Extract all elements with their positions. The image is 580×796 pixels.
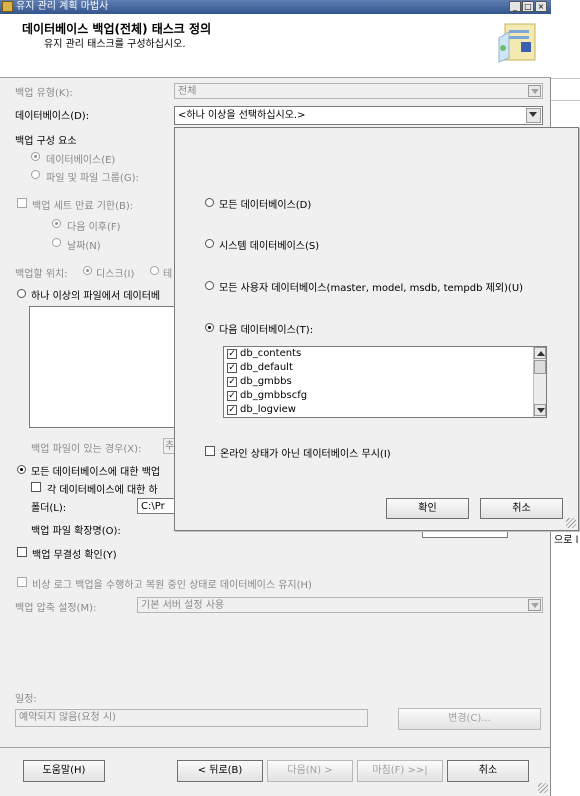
database-list[interactable]: ✓ db_contents ✓ db_default ✓ db_gmbbs ✓ …: [223, 346, 547, 418]
database-label: 데이터베이스(D):: [15, 111, 90, 122]
compression-value: 기본 서버 설정 사용: [141, 600, 225, 611]
scroll-down-icon[interactable]: [534, 404, 546, 416]
component-files-radio[interactable]: [31, 170, 40, 179]
backup-set-expire-checkbox[interactable]: [17, 198, 27, 208]
these-databases-radio[interactable]: [205, 323, 214, 332]
database-checkbox[interactable]: ✓: [227, 377, 237, 387]
schedule-value: 예약되지 않음(요청 시): [19, 712, 116, 723]
ignore-offline-label: 온라인 상태가 아닌 데이터베이스 무시(I): [220, 449, 391, 460]
close-button[interactable]: ×: [535, 1, 547, 12]
component-files-label: 파일 및 파일 그룹(G):: [46, 173, 139, 184]
these-databases-label: 다음 데이터베이스(T):: [219, 325, 314, 336]
all-user-databases-radio[interactable]: [205, 281, 214, 290]
finish-button[interactable]: 마침(F) >>|: [357, 760, 443, 782]
chevron-down-icon: [528, 85, 541, 97]
database-checkbox[interactable]: ✓: [227, 391, 237, 401]
window-title: 유지 관리 계획 마법사: [16, 1, 109, 12]
folder-value: C:\Pr: [141, 501, 165, 512]
verify-label: 백업 무결성 확인(Y): [32, 550, 117, 561]
tape-radio[interactable]: [150, 266, 159, 275]
chevron-down-icon: [528, 599, 541, 611]
after-label: 다음 이후(F): [67, 222, 121, 233]
database-value: <하나 이상을 선택하십시오.>: [178, 110, 306, 121]
schedule-label: 일정:: [15, 694, 37, 705]
files-option-radio[interactable]: [17, 289, 26, 298]
compression-combo[interactable]: 기본 서버 설정 사용: [137, 597, 543, 613]
background-divider: [551, 100, 580, 101]
database-selection-popup: 모든 데이터베이스(D) 시스템 데이터베이스(S) 모든 사용자 데이터베이스…: [174, 127, 579, 531]
maximize-button[interactable]: □: [522, 1, 534, 12]
list-scrollbar[interactable]: [533, 347, 546, 417]
component-database-radio[interactable]: [31, 152, 40, 161]
verify-checkbox[interactable]: [17, 547, 27, 557]
per-db-backup-label: 모든 데이터베이스에 대한 백업: [31, 467, 161, 478]
app-icon: [2, 1, 13, 12]
backup-type-value: 전체: [178, 86, 197, 97]
database-checkbox[interactable]: ✓: [227, 363, 237, 373]
all-databases-label: 모든 데이터베이스(D): [219, 200, 312, 211]
date-radio[interactable]: [52, 238, 61, 247]
minimize-button[interactable]: _: [509, 1, 521, 12]
backup-type-label: 백업 유형(K):: [15, 88, 73, 99]
wizard-header: 데이터베이스 백업(전체) 태스크 정의 유지 관리 태스크를 구성하십시오.: [0, 14, 551, 78]
title-bar: 유지 관리 계획 마법사 _ □ ×: [0, 0, 551, 14]
database-name: db_gmbbscfg: [240, 390, 308, 401]
after-radio[interactable]: [52, 219, 61, 228]
backup-component-label: 백업 구성 요소: [15, 136, 77, 147]
database-name: db_logview: [240, 404, 296, 415]
database-name: db_contents: [240, 348, 302, 359]
ignore-offline-checkbox[interactable]: [205, 446, 215, 456]
component-database-label: 데이터베이스(E): [46, 155, 116, 166]
tape-label: 테: [163, 269, 173, 280]
folder-input[interactable]: C:\Pr: [137, 498, 177, 514]
cancel-button[interactable]: 취소: [447, 760, 529, 782]
backup-set-expire-label: 백업 세트 만료 기한(B):: [32, 201, 134, 212]
compression-label: 백업 압축 설정(M):: [15, 603, 97, 614]
database-combo[interactable]: <하나 이상을 선택하십시오.>: [174, 106, 543, 125]
backup-files-list[interactable]: [29, 306, 179, 428]
database-name: db_gmbbs: [240, 376, 292, 387]
tail-log-label: 비상 로그 백업을 수행하고 복원 중인 상태로 데이터베이스 유지(H): [32, 580, 312, 591]
per-db-backup-radio[interactable]: [17, 465, 26, 474]
back-button[interactable]: < 뒤로(B): [177, 760, 263, 782]
all-databases-radio[interactable]: [205, 198, 214, 207]
backup-type-combo[interactable]: 전체: [174, 83, 543, 99]
database-name: db_default: [240, 362, 293, 373]
schedule-field: 예약되지 않음(요청 시): [15, 709, 368, 727]
if-backup-exists-label: 백업 파일이 있는 경우(X):: [31, 444, 142, 455]
system-databases-label: 시스템 데이터베이스(S): [219, 241, 320, 252]
ok-button[interactable]: 확인: [386, 498, 469, 519]
each-db-subdir-label: 각 데이터베이스에 대한 하: [47, 485, 158, 496]
if-backup-exists-value: 추: [165, 441, 175, 452]
chevron-down-icon: [526, 108, 541, 123]
database-checkbox[interactable]: ✓: [227, 405, 237, 415]
disk-label: 디스크(I): [96, 269, 135, 280]
files-option-label: 하나 이상의 파일에서 데이터베: [31, 291, 161, 302]
backup-to-label: 백업할 위치:: [15, 269, 68, 280]
all-user-databases-label: 모든 사용자 데이터베이스(master, model, msdb, tempd…: [219, 283, 524, 294]
change-schedule-button[interactable]: 변경(C)...: [398, 708, 541, 730]
scroll-up-icon[interactable]: [534, 347, 546, 359]
next-button[interactable]: 다음(N) >: [267, 760, 353, 782]
system-databases-radio[interactable]: [205, 239, 214, 248]
background-divider: [551, 78, 580, 79]
scroll-thumb[interactable]: [534, 360, 546, 374]
resize-grip-icon[interactable]: [566, 518, 576, 528]
page-subtitle: 유지 관리 태스크를 구성하십시오.: [44, 39, 186, 50]
tail-log-checkbox[interactable]: [17, 577, 27, 587]
date-label: 날짜(N): [67, 241, 101, 252]
wizard-banner-icon: [498, 23, 536, 63]
popup-cancel-button[interactable]: 취소: [480, 498, 563, 519]
resize-grip-icon[interactable]: [538, 783, 548, 793]
folder-label: 폴더(L):: [31, 503, 67, 514]
database-checkbox[interactable]: ✓: [227, 349, 237, 359]
background-text: 으로 l: [554, 535, 579, 546]
help-button[interactable]: 도움말(H): [23, 760, 105, 782]
each-db-subdir-checkbox[interactable]: [31, 482, 41, 492]
extension-label: 백업 파일 확장명(O):: [31, 526, 121, 537]
disk-radio[interactable]: [83, 266, 92, 275]
footer-divider: [0, 747, 551, 748]
